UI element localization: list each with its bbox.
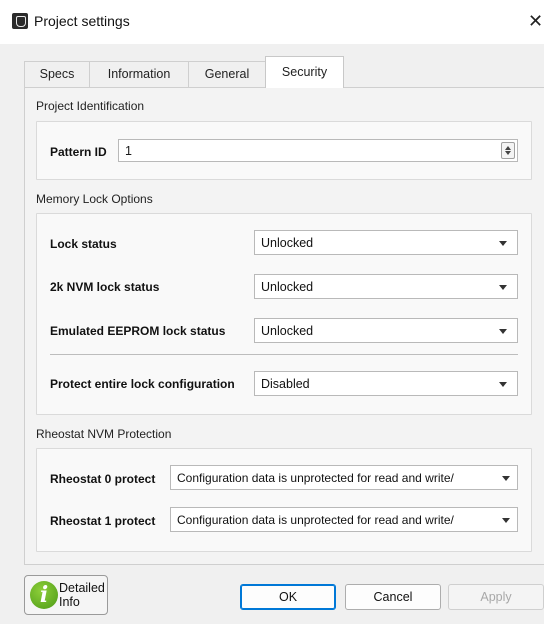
lock-status-dropdown[interactable]: Unlocked bbox=[254, 230, 518, 255]
nvm-2k-lock-status-value: Unlocked bbox=[261, 280, 314, 294]
rheostat-group bbox=[36, 448, 532, 552]
rheostat1-dropdown[interactable]: Configuration data is unprotected for re… bbox=[170, 507, 518, 532]
tab-specs[interactable]: Specs bbox=[24, 61, 90, 87]
detailed-info-label: Detailed Info bbox=[59, 581, 105, 609]
eeprom-lock-status-value: Unlocked bbox=[261, 324, 314, 338]
section-project-identification: Project Identification bbox=[36, 99, 145, 113]
apply-button[interactable]: Apply bbox=[448, 584, 544, 610]
section-memory-lock-options: Memory Lock Options bbox=[36, 192, 153, 206]
section-rheostat-nvm-protection: Rheostat NVM Protection bbox=[36, 427, 172, 441]
eeprom-lock-status-dropdown[interactable]: Unlocked bbox=[254, 318, 518, 343]
protect-config-dropdown[interactable]: Disabled bbox=[254, 371, 518, 396]
chevron-down-icon bbox=[499, 285, 507, 290]
pattern-id-label: Pattern ID bbox=[50, 145, 107, 159]
chevron-down-icon bbox=[499, 241, 507, 246]
pattern-id-spinbox[interactable]: 1 bbox=[118, 139, 518, 162]
chevron-down-icon bbox=[502, 518, 510, 523]
rheostat1-label: Rheostat 1 protect bbox=[50, 514, 156, 528]
eeprom-lock-status-label: Emulated EEPROM lock status bbox=[50, 324, 226, 338]
chevron-down-icon bbox=[502, 476, 510, 481]
close-button[interactable]: ✕ bbox=[528, 8, 544, 34]
spin-down-icon[interactable] bbox=[505, 151, 511, 155]
protect-config-label: Protect entire lock configuration bbox=[50, 377, 235, 391]
tab-security[interactable]: Security bbox=[265, 56, 344, 88]
rheostat0-label: Rheostat 0 protect bbox=[50, 472, 156, 486]
tab-information[interactable]: Information bbox=[89, 61, 189, 87]
info-icon: i bbox=[30, 581, 58, 609]
spin-buttons[interactable] bbox=[501, 142, 515, 159]
protect-config-value: Disabled bbox=[261, 377, 310, 391]
app-icon bbox=[12, 13, 28, 29]
lock-status-value: Unlocked bbox=[261, 236, 314, 250]
rheostat0-value: Configuration data is unprotected for re… bbox=[177, 471, 454, 485]
window-title: Project settings bbox=[34, 13, 130, 29]
rheostat1-value: Configuration data is unprotected for re… bbox=[177, 513, 454, 527]
separator bbox=[50, 354, 518, 355]
ok-button[interactable]: OK bbox=[240, 584, 336, 610]
chevron-down-icon bbox=[499, 382, 507, 387]
lock-status-label: Lock status bbox=[50, 237, 117, 251]
detailed-info-button[interactable]: i Detailed Info bbox=[24, 575, 108, 615]
nvm-2k-lock-status-dropdown[interactable]: Unlocked bbox=[254, 274, 518, 299]
rheostat0-dropdown[interactable]: Configuration data is unprotected for re… bbox=[170, 465, 518, 490]
tab-general[interactable]: General bbox=[188, 61, 266, 87]
pattern-id-value: 1 bbox=[125, 144, 132, 158]
chevron-down-icon bbox=[499, 329, 507, 334]
title-bar: Project settings ✕ bbox=[0, 0, 544, 44]
spin-up-icon[interactable] bbox=[505, 146, 511, 150]
nvm-2k-lock-status-label: 2k NVM lock status bbox=[50, 280, 160, 294]
cancel-button[interactable]: Cancel bbox=[345, 584, 441, 610]
